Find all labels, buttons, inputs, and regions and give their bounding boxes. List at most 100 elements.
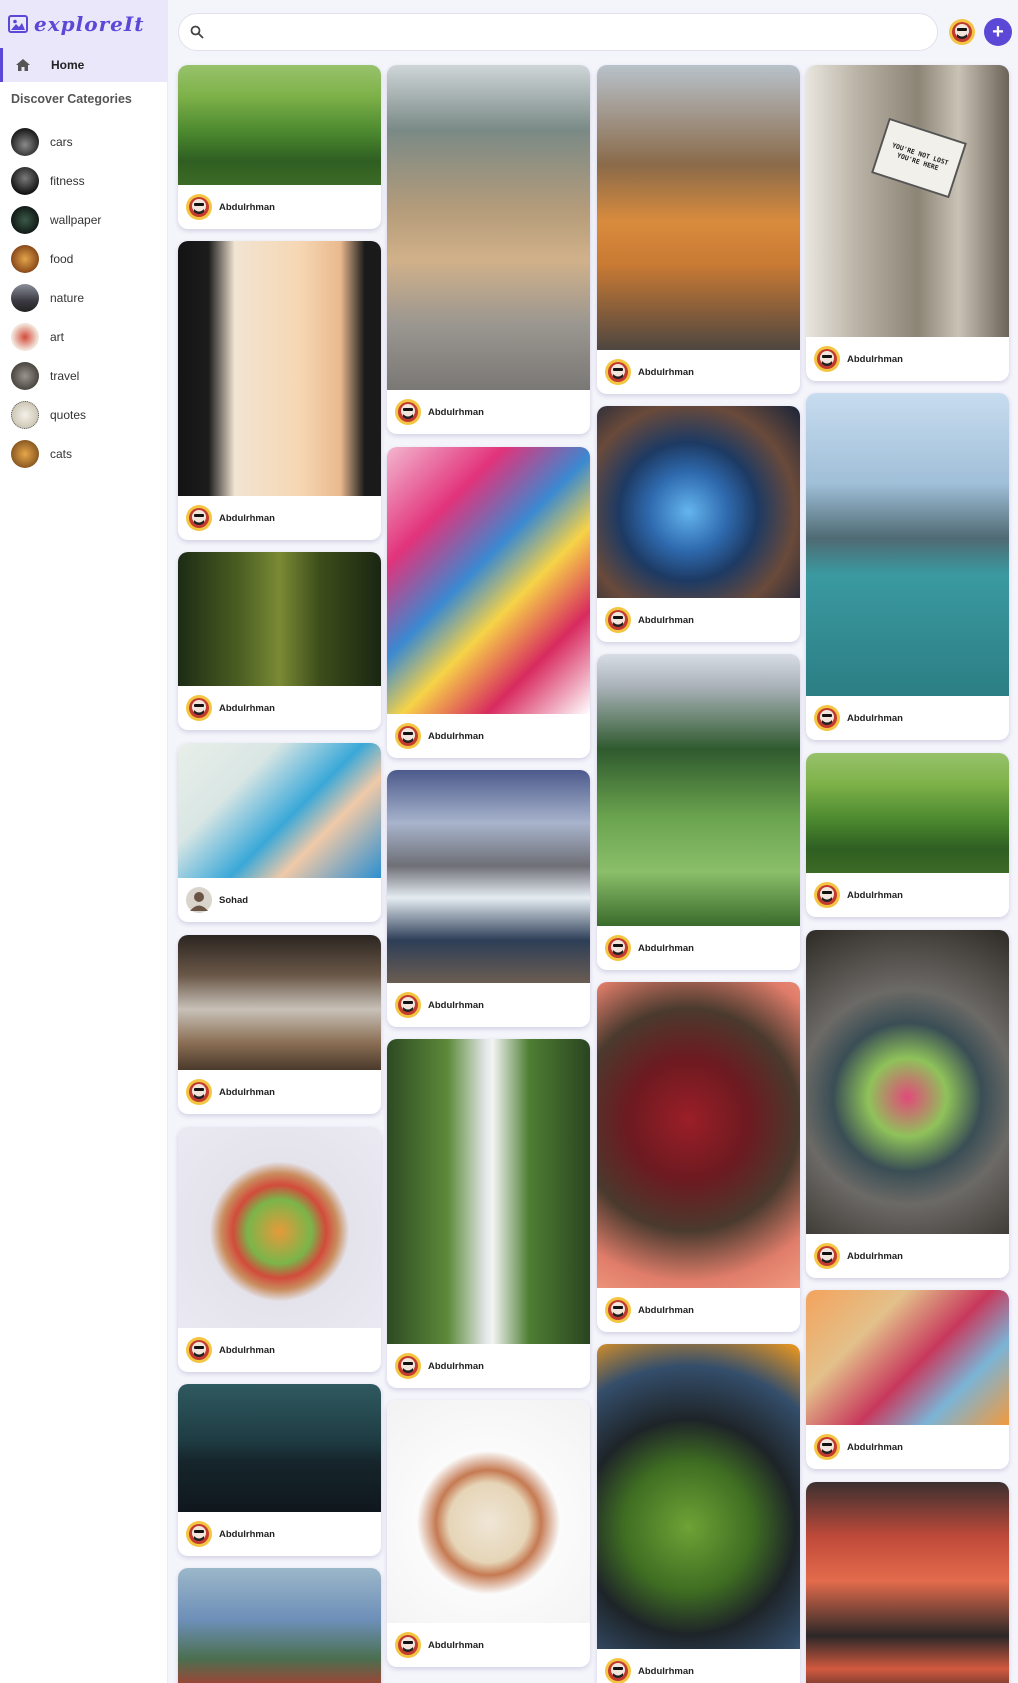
pin-card[interactable]: Abdulrhman (387, 447, 590, 758)
author-avatar[interactable] (394, 722, 422, 750)
author-name[interactable]: Abdulrhman (219, 1087, 275, 1098)
pin-image[interactable] (178, 935, 381, 1070)
pin-footer: Abdulrhman (806, 696, 1009, 740)
author-avatar[interactable] (185, 1336, 213, 1364)
author-avatar[interactable] (185, 193, 213, 221)
author-avatar[interactable] (604, 934, 632, 962)
pin-image[interactable] (597, 1344, 800, 1649)
pin-card[interactable]: Abdulrhman (806, 753, 1009, 917)
author-name[interactable]: Abdulrhman (219, 202, 275, 213)
pin-card[interactable]: Abdulrhman (178, 935, 381, 1114)
pin-image[interactable] (387, 1039, 590, 1344)
pin-image[interactable] (387, 65, 590, 390)
pin-image[interactable] (178, 1127, 381, 1328)
pin-image[interactable] (178, 1384, 381, 1512)
pin-card[interactable]: Abdulrhman (178, 65, 381, 229)
pin-image[interactable] (806, 930, 1009, 1234)
author-name[interactable]: Abdulrhman (638, 1666, 694, 1677)
pin-footer: Abdulrhman (387, 714, 590, 758)
pin-card[interactable]: Abdulrhman (597, 65, 800, 394)
pin-image[interactable] (806, 393, 1009, 696)
author-name[interactable]: Abdulrhman (638, 943, 694, 954)
author-name[interactable]: Abdulrhman (638, 367, 694, 378)
author-avatar[interactable] (394, 398, 422, 426)
pin-card[interactable]: Abdulrhman (387, 1400, 590, 1667)
pin-image[interactable] (178, 241, 381, 496)
pin-card[interactable]: Abdulrhman (597, 406, 800, 642)
author-avatar[interactable] (185, 694, 213, 722)
author-avatar[interactable] (604, 606, 632, 634)
author-name[interactable]: Abdulrhman (428, 407, 484, 418)
pin-image[interactable] (806, 753, 1009, 873)
pin-footer: Abdulrhman (597, 1288, 800, 1332)
author-name[interactable]: Abdulrhman (847, 1251, 903, 1262)
pin-image[interactable] (806, 1290, 1009, 1425)
pin-footer: Abdulrhman (806, 1425, 1009, 1469)
pin-card[interactable]: Abdulrhman (597, 982, 800, 1332)
author-avatar[interactable] (813, 1433, 841, 1461)
author-name[interactable]: Abdulrhman (638, 615, 694, 626)
pin-image[interactable]: YOU'RE NOT LOST YOU'RE HERE (806, 65, 1009, 337)
pin-card[interactable]: Abdulrhman (597, 654, 800, 970)
pin-image[interactable] (597, 982, 800, 1288)
author-name[interactable]: Abdulrhman (219, 1345, 275, 1356)
author-avatar[interactable] (185, 886, 213, 914)
pin-image[interactable] (387, 1400, 590, 1623)
author-avatar[interactable] (604, 1296, 632, 1324)
author-avatar[interactable] (394, 1631, 422, 1659)
pin-card[interactable] (178, 1568, 381, 1683)
pin-image[interactable] (597, 65, 800, 350)
author-name[interactable]: Abdulrhman (847, 890, 903, 901)
author-avatar[interactable] (813, 704, 841, 732)
author-avatar[interactable] (394, 991, 422, 1019)
pin-card[interactable]: Abdulrhman (178, 1384, 381, 1556)
pin-footer: Abdulrhman (178, 686, 381, 730)
author-name[interactable]: Abdulrhman (847, 1442, 903, 1453)
pin-image[interactable] (178, 65, 381, 185)
pin-card[interactable]: Sohad (178, 743, 381, 922)
author-name[interactable]: Abdulrhman (428, 1640, 484, 1651)
author-name[interactable]: Abdulrhman (428, 1361, 484, 1372)
pin-image[interactable] (178, 1568, 381, 1683)
pin-image[interactable] (178, 743, 381, 878)
author-name[interactable]: Abdulrhman (638, 1305, 694, 1316)
pin-card[interactable]: Abdulrhman (806, 930, 1009, 1278)
pin-card[interactable]: Abdulrhman (178, 1127, 381, 1372)
pin-card[interactable]: Abdulrhman (597, 1344, 800, 1683)
pin-card[interactable]: Abdulrhman (178, 241, 381, 540)
author-name[interactable]: Abdulrhman (847, 354, 903, 365)
pin-footer: Abdulrhman (806, 873, 1009, 917)
author-name[interactable]: Sohad (219, 895, 248, 906)
author-name[interactable]: Abdulrhman (428, 731, 484, 742)
author-avatar[interactable] (394, 1352, 422, 1380)
author-avatar[interactable] (604, 1657, 632, 1683)
pin-footer: Abdulrhman (597, 350, 800, 394)
pin-card[interactable]: Abdulrhman (178, 552, 381, 730)
pin-image[interactable] (806, 1482, 1009, 1683)
author-avatar[interactable] (813, 1242, 841, 1270)
pin-card[interactable]: Abdulrhman (387, 65, 590, 434)
pin-image[interactable] (597, 406, 800, 598)
pin-card[interactable]: Abdulrhman (806, 393, 1009, 740)
author-avatar[interactable] (185, 1078, 213, 1106)
pin-image[interactable] (387, 447, 590, 714)
author-name[interactable]: Abdulrhman (847, 713, 903, 724)
author-avatar[interactable] (604, 358, 632, 386)
pin-footer: Abdulrhman (806, 337, 1009, 381)
pin-card[interactable]: YOU'RE NOT LOST YOU'RE HERE Abdulrhman (806, 65, 1009, 381)
pin-card[interactable]: Abdulrhman (387, 1039, 590, 1388)
pin-image[interactable] (178, 552, 381, 686)
author-name[interactable]: Abdulrhman (219, 513, 275, 524)
pin-image[interactable] (387, 770, 590, 983)
pin-image[interactable] (597, 654, 800, 926)
author-name[interactable]: Abdulrhman (428, 1000, 484, 1011)
pin-card[interactable]: Abdulrhman (387, 770, 590, 1027)
author-avatar[interactable] (813, 881, 841, 909)
author-name[interactable]: Abdulrhman (219, 1529, 275, 1540)
pin-card[interactable]: Abdulrhman (806, 1290, 1009, 1469)
author-avatar[interactable] (813, 345, 841, 373)
author-avatar[interactable] (185, 504, 213, 532)
pin-card[interactable] (806, 1482, 1009, 1683)
author-avatar[interactable] (185, 1520, 213, 1548)
author-name[interactable]: Abdulrhman (219, 703, 275, 714)
